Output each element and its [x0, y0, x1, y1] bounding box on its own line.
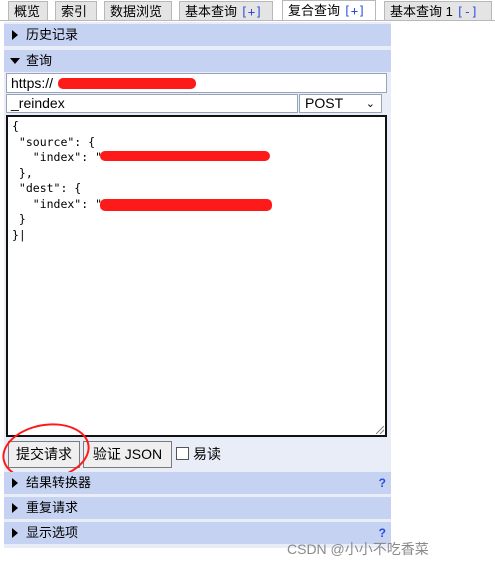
watermark: CSDN @小小不吃香菜: [287, 541, 429, 557]
tab-compound-query[interactable]: 复合查询 [+]: [282, 0, 376, 21]
method-value: POST: [305, 95, 344, 111]
tab-browser[interactable]: 数据浏览: [104, 1, 172, 20]
path-input[interactable]: _reindex: [6, 94, 298, 113]
tab-bar: 概览 索引 数据浏览 基本查询 [+] 复合查询 [+] 基本查询 1 [-]: [0, 0, 495, 21]
expand-triangle-icon: [12, 30, 18, 40]
method-select[interactable]: POST ⌄: [299, 94, 382, 113]
request-body-editor[interactable]: { "source": { "index": " }, "dest": { "i…: [6, 115, 387, 437]
repeat-label: 重复请求: [26, 500, 79, 515]
query-label: 查询: [26, 53, 53, 68]
tab-label: 数据浏览: [110, 4, 163, 19]
readable-toggle[interactable]: 易读: [176, 446, 221, 462]
tab-close-button[interactable]: [-]: [456, 5, 478, 19]
tab-add-button[interactable]: [+]: [241, 5, 263, 19]
collapse-triangle-icon: [10, 58, 20, 64]
url-value: https://: [11, 75, 54, 91]
tab-label: 索引: [61, 4, 88, 19]
tab-label: 基本查询 1: [390, 4, 453, 19]
history-header[interactable]: 历史记录: [4, 24, 391, 46]
tab-overview[interactable]: 概览: [8, 1, 48, 20]
query-header[interactable]: 查询: [4, 50, 391, 72]
display-label: 显示选项: [26, 525, 79, 540]
editor-line: "source": {: [12, 134, 96, 149]
readable-checkbox[interactable]: [176, 447, 189, 460]
tab-label: 概览: [14, 4, 41, 19]
tab-basic-query[interactable]: 基本查询 [+]: [179, 1, 273, 20]
help-icon[interactable]: ?: [379, 472, 386, 494]
transformer-header[interactable]: 结果转换器 ?: [4, 472, 391, 494]
expand-triangle-icon: [12, 503, 18, 513]
editor-line: {: [12, 119, 19, 133]
tab-divider: [0, 20, 495, 21]
editor-line: }|: [12, 227, 26, 242]
transformer-label: 结果转换器: [26, 475, 92, 490]
validate-label: 验证 JSON: [92, 446, 163, 462]
editor-line: },: [12, 165, 33, 180]
redaction-mark: [100, 151, 270, 161]
expand-triangle-icon: [12, 528, 18, 538]
redaction-mark: [100, 199, 272, 211]
readable-label: 易读: [193, 446, 221, 462]
repeat-header[interactable]: 重复请求: [4, 497, 391, 519]
validate-json-button[interactable]: 验证 JSON: [83, 441, 172, 468]
tab-basic-query-1[interactable]: 基本查询 1 [-]: [384, 1, 492, 20]
expand-triangle-icon: [12, 478, 18, 488]
tab-label: 复合查询: [288, 3, 341, 18]
tab-add-button[interactable]: [+]: [344, 4, 366, 18]
editor-line: "dest": {: [12, 181, 82, 195]
redaction-mark: [58, 78, 196, 89]
chevron-down-icon: ⌄: [365, 98, 375, 110]
path-value: _reindex: [11, 95, 65, 111]
history-label: 历史记录: [26, 27, 79, 42]
resize-grip-icon[interactable]: [376, 426, 384, 434]
tab-label: 基本查询: [185, 4, 238, 19]
tab-indices[interactable]: 索引: [55, 1, 97, 20]
editor-line: }: [12, 212, 26, 226]
